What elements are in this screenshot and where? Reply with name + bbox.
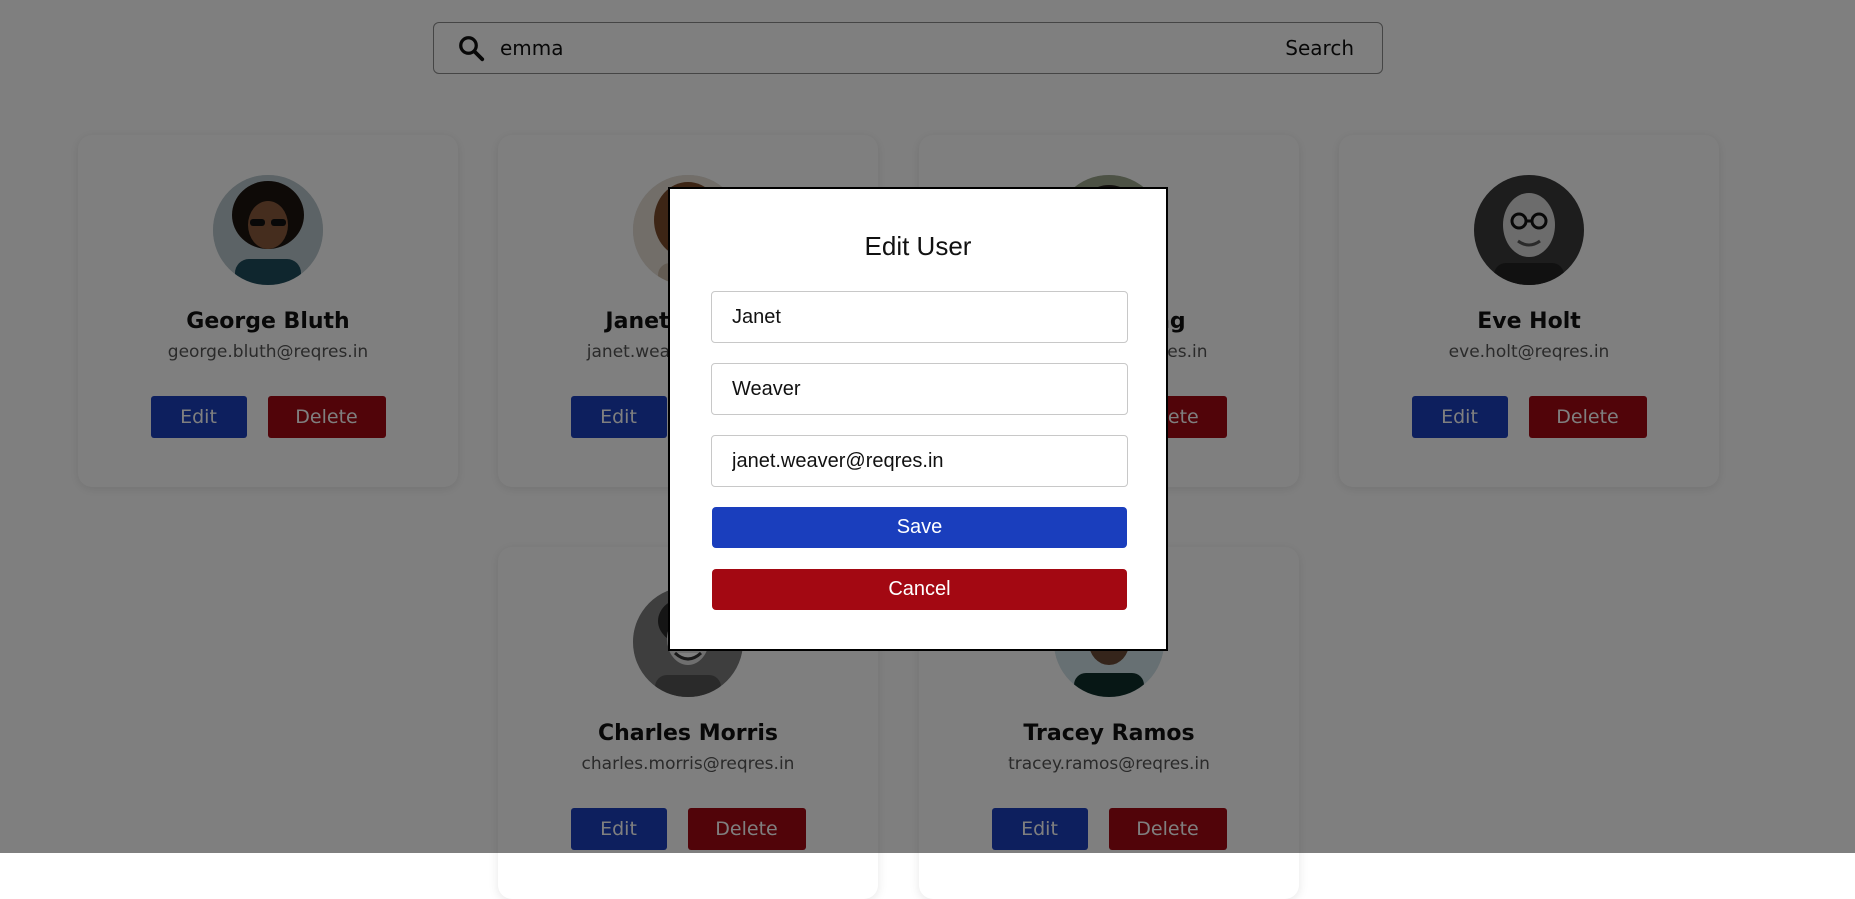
first-name-field[interactable] bbox=[711, 291, 1128, 343]
save-button[interactable]: Save bbox=[712, 507, 1127, 548]
edit-user-modal: Edit User Save Cancel bbox=[668, 187, 1168, 651]
modal-title: Edit User bbox=[864, 231, 972, 261]
cancel-button[interactable]: Cancel bbox=[712, 569, 1127, 610]
last-name-field[interactable] bbox=[711, 363, 1128, 415]
email-field[interactable] bbox=[711, 435, 1128, 487]
